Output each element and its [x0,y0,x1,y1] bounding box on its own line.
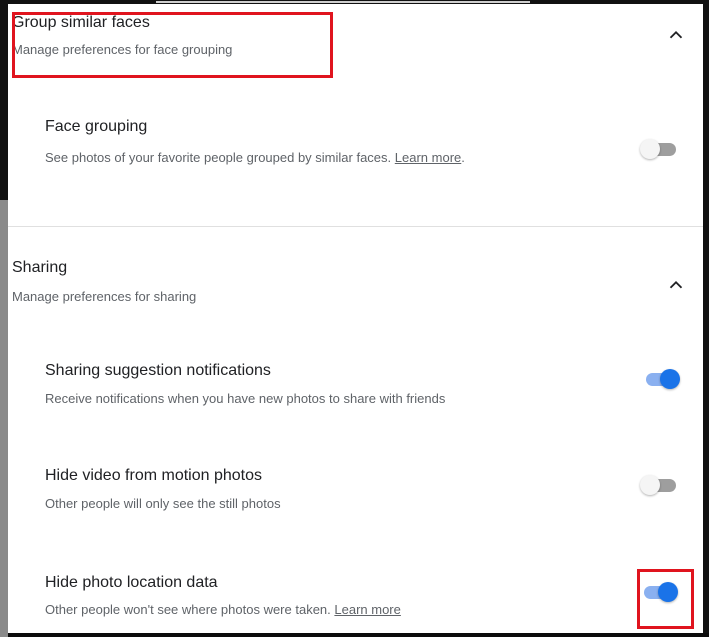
chevron-up-icon[interactable] [665,274,687,296]
section-divider [8,226,703,227]
period: . [461,150,465,165]
group-faces-title: Group similar faces [12,14,150,31]
sharing-subtitle: Manage preferences for sharing [12,289,197,304]
group-faces-subtitle: Manage preferences for face grouping [12,42,233,57]
left-edge [0,4,8,637]
hide-location-toggle[interactable] [640,581,680,603]
toggle-thumb [658,582,678,602]
hide-location-description: Other people won't see where photos were… [45,599,401,621]
right-edge [703,4,709,633]
face-grouping-toggle[interactable] [640,138,680,160]
sharing-title: Sharing [12,259,68,276]
sharing-suggestion-description: Receive notifications when you have new … [45,391,446,406]
hide-location-learn-more-link[interactable]: Learn more [334,602,400,617]
toggle-thumb [640,475,660,495]
hide-video-title: Hide video from motion photos [45,467,262,484]
left-edge-shade [0,200,8,637]
sharing-section-header[interactable]: Sharing Manage preferences for sharing [8,244,703,319]
toggle-thumb [640,139,660,159]
hide-video-description: Other people will only see the still pho… [45,496,281,511]
sharing-suggestion-toggle[interactable] [642,368,682,390]
hide-video-toggle[interactable] [640,474,680,496]
settings-panel: Group similar faces Manage preferences f… [8,4,703,633]
sharing-suggestion-title: Sharing suggestion notifications [45,362,271,379]
face-grouping-learn-more-link[interactable]: Learn more [395,150,461,165]
face-grouping-description-text: See photos of your favorite people group… [45,150,392,165]
top-divider-line [156,1,530,3]
hide-location-title: Hide photo location data [45,574,218,591]
hide-location-description-text: Other people won't see where photos were… [45,602,331,617]
toggle-thumb [660,369,680,389]
face-grouping-description: See photos of your favorite people group… [45,147,575,169]
group-faces-section-header[interactable]: Group similar faces Manage preferences f… [8,4,703,79]
chevron-up-icon[interactable] [665,24,687,46]
face-grouping-title: Face grouping [45,118,148,135]
